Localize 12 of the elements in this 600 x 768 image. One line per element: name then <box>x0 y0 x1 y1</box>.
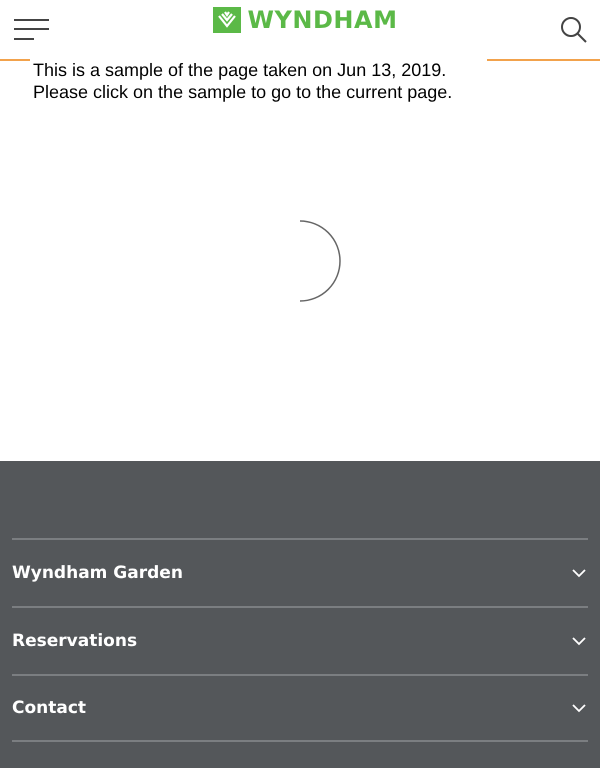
leaf-icon <box>212 6 241 32</box>
footer-section-toggle[interactable]: Wyndham Garden <box>12 538 588 606</box>
search-button[interactable] <box>560 16 588 44</box>
chevron-icon <box>572 636 586 646</box>
footer-section-toggle[interactable]: Reservations <box>12 606 588 674</box>
notice-text: Please click on the sample to go to the current page. <box>33 81 454 103</box>
loading-spinner-icon <box>299 220 341 302</box>
search-icon <box>560 16 588 44</box>
chevron-icon <box>572 568 586 578</box>
chevron-icon <box>572 703 586 713</box>
footer-section-toggle[interactable]: Contact <box>12 674 588 742</box>
notice-text: This is a sample of the page taken on Jun 13, 2019. <box>33 59 448 81</box>
